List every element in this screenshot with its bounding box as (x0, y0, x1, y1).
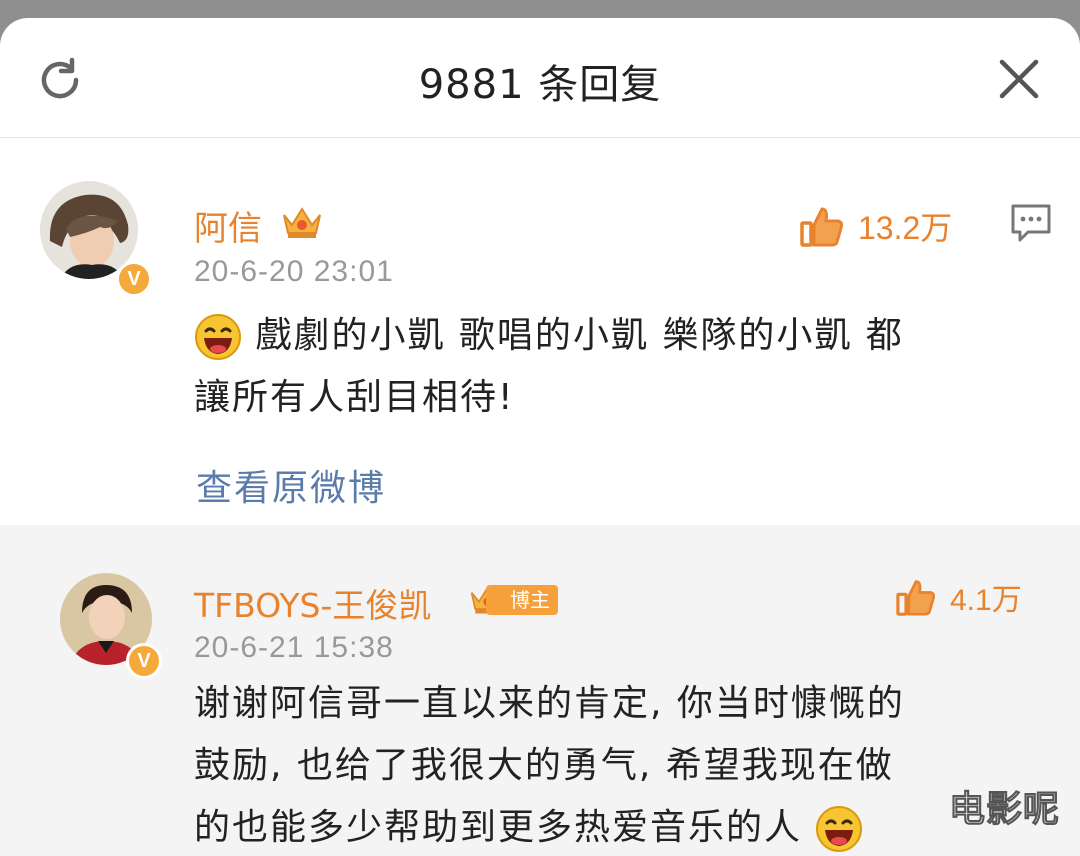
comment-bubble-icon[interactable] (1010, 203, 1052, 243)
verified-badge: V (116, 261, 152, 297)
close-icon[interactable] (998, 58, 1040, 100)
laughing-emoji-icon (816, 806, 863, 852)
thumbs-up-icon (896, 580, 936, 616)
main-comment: V 阿信 20-6-20 23:01 13.2万 戲劇的小凱 歌唱的小凱 樂隊的… (0, 139, 1080, 525)
like-count: 13.2万 (858, 210, 953, 246)
comment-text: 戲劇的小凱 歌唱的小凱 樂隊的小凱 都 讓所有人刮目相待! (194, 305, 1054, 429)
reply-text-line: 谢谢阿信哥一直以来的肯定, 你当时慷慨的 (194, 683, 905, 724)
reply-comment: V TFBOYS-王俊凯 博主 20-6-21 15:38 4.1万 谢谢阿信哥… (0, 525, 1080, 856)
avatar[interactable]: V (60, 573, 162, 679)
reply-text: 谢谢阿信哥一直以来的肯定, 你当时慷慨的 鼓励, 也给了我很大的勇气, 希望我现… (194, 673, 1054, 856)
comments-sheet: 9881 条回复 V 阿信 20-6-20 23:01 13.2万 戲劇的小凱 … (0, 18, 1080, 856)
page-title: 9881 条回复 (418, 62, 662, 108)
sheet-header: 9881 条回复 (0, 18, 1080, 138)
comment-username[interactable]: 阿信 (194, 201, 262, 250)
reply-timestamp: 20-6-21 15:38 (194, 631, 394, 664)
like-button[interactable]: 13.2万 (800, 203, 952, 249)
thumbs-up-icon (800, 207, 844, 247)
reply-text-line: 的也能多少帮助到更多热爱音乐的人 (194, 807, 803, 848)
comment-timestamp: 20-6-20 23:01 (194, 255, 394, 288)
reply-text-line: 鼓励, 也给了我很大的勇气, 希望我现在做 (194, 745, 894, 786)
comment-text-line: 戲劇的小凱 歌唱的小凱 樂隊的小凱 都 (255, 315, 904, 356)
like-button[interactable]: 4.1万 (896, 575, 1022, 619)
laughing-emoji-icon (195, 314, 241, 360)
crown-icon (283, 207, 321, 238)
reply-username[interactable]: TFBOYS-王俊凯 (194, 579, 431, 627)
like-count: 4.1万 (950, 584, 1022, 617)
author-tag: 博主 (486, 585, 558, 615)
view-original-link[interactable]: 查看原微博 (196, 459, 386, 511)
avatar[interactable]: V (40, 181, 152, 297)
verified-badge: V (126, 643, 162, 679)
watermark: 电影呢 (948, 789, 1060, 831)
comment-text-line: 讓所有人刮目相待! (194, 377, 515, 418)
